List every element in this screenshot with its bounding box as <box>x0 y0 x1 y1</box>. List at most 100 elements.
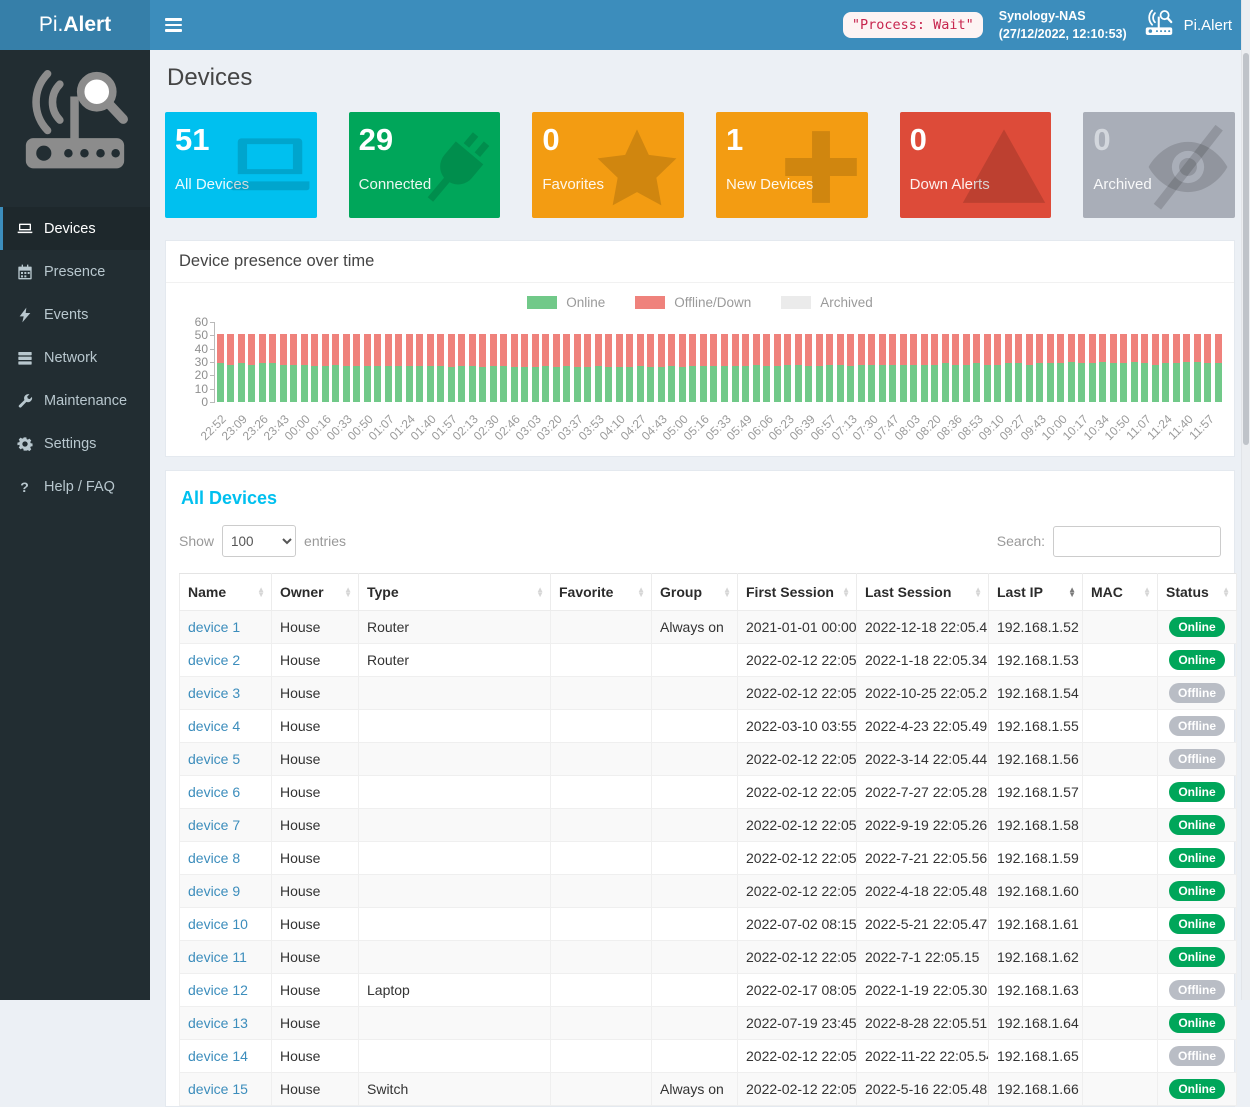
sort-icon[interactable]: ▲▼ <box>536 587 544 597</box>
bar-offline-segment <box>280 334 287 365</box>
presence-chart-panel: Device presence over time OnlineOffline/… <box>165 240 1235 457</box>
device-name-link[interactable]: device 8 <box>188 850 240 866</box>
y-axis-tick-label: 10 <box>182 383 208 395</box>
device-name-link[interactable]: device 13 <box>188 1015 248 1031</box>
sort-icon[interactable]: ▲▼ <box>1222 587 1230 597</box>
bar-offline-segment <box>490 334 497 366</box>
presence-bar-chart: 6050403020100 <box>214 322 1220 402</box>
bar-offline-segment <box>458 334 465 366</box>
cell-owner: House <box>272 1007 359 1040</box>
router-magnifier-logo-icon <box>16 70 134 174</box>
sidebar-item-maintenance[interactable]: Maintenance <box>0 379 150 422</box>
device-name-link[interactable]: device 3 <box>188 685 240 701</box>
column-header-mac[interactable]: MAC▲▼ <box>1083 574 1158 611</box>
card-connected[interactable]: 29 Connected <box>349 112 501 218</box>
column-header-favorite[interactable]: Favorite▲▼ <box>551 574 652 611</box>
page-length-select[interactable]: 100 <box>222 525 296 557</box>
bar-offline-segment <box>1173 334 1180 363</box>
legend-label: Offline/Down <box>674 295 751 310</box>
bar-online-segment <box>921 365 928 402</box>
bar-online-segment <box>227 365 234 402</box>
device-name-link[interactable]: device 6 <box>188 784 240 800</box>
bar-offline-segment <box>343 334 350 366</box>
bar-online-segment <box>1026 365 1033 402</box>
cell-owner: House <box>272 644 359 677</box>
column-header-owner[interactable]: Owner▲▼ <box>272 574 359 611</box>
bar-online-segment <box>1099 362 1106 402</box>
column-header-last-session[interactable]: Last Session▲▼ <box>857 574 989 611</box>
device-name-link[interactable]: device 12 <box>188 982 248 998</box>
card-all-devices[interactable]: 51 All Devices <box>165 112 317 218</box>
card-archived[interactable]: 0 Archived <box>1083 112 1235 218</box>
cell-last-session: 2022-10-25 22:05.23 <box>857 677 989 710</box>
sidebar-item-help-faq[interactable]: ? Help / FAQ <box>0 465 150 508</box>
bar-online-segment <box>469 366 476 402</box>
device-name-link[interactable]: device 4 <box>188 718 240 734</box>
column-header-group[interactable]: Group▲▼ <box>652 574 738 611</box>
sidebar-item-events[interactable]: Events <box>0 293 150 336</box>
column-header-type[interactable]: Type▲▼ <box>359 574 551 611</box>
cell-owner: House <box>272 710 359 743</box>
show-label: Show <box>179 533 214 549</box>
cell-last-ip: 192.168.1.63 <box>989 974 1083 1007</box>
sort-icon[interactable]: ▲▼ <box>842 587 850 597</box>
app-badge[interactable]: Pi.Alert <box>1143 9 1232 41</box>
sort-icon[interactable]: ▲▼ <box>344 587 352 597</box>
card-down-alerts[interactable]: 0 Down Alerts <box>900 112 1052 218</box>
bar-offline-segment <box>1026 334 1033 365</box>
legend-swatch <box>635 296 665 309</box>
vertical-scrollbar[interactable] <box>1241 0 1250 1000</box>
device-name-link[interactable]: device 1 <box>188 619 240 635</box>
device-name-link[interactable]: device 14 <box>188 1048 248 1064</box>
search-input[interactable] <box>1053 526 1221 557</box>
column-header-status[interactable]: Status▲▼ <box>1158 574 1237 611</box>
calendar-icon <box>16 263 33 280</box>
sort-icon[interactable]: ▲▼ <box>1143 587 1151 597</box>
bar-offline-segment <box>900 334 907 365</box>
device-name-link[interactable]: device 5 <box>188 751 240 767</box>
bar-offline-segment <box>353 334 360 366</box>
sidebar-toggle-button[interactable] <box>150 0 196 50</box>
bar-offline-segment <box>605 334 612 367</box>
cell-favorite <box>551 743 652 776</box>
sort-icon[interactable]: ▲▼ <box>1068 587 1076 597</box>
sidebar-item-devices[interactable]: Devices <box>0 207 150 250</box>
sort-icon[interactable]: ▲▼ <box>637 587 645 597</box>
y-axis-tick-label: 50 <box>182 329 208 341</box>
sort-icon[interactable]: ▲▼ <box>974 587 982 597</box>
cell-last-session: 2022-5-16 22:05.48 <box>857 1073 989 1106</box>
sort-icon[interactable]: ▲▼ <box>723 587 731 597</box>
bar-offline-segment <box>826 334 833 365</box>
column-header-name[interactable]: Name▲▼ <box>180 574 272 611</box>
cell-last-session: 2022-11-22 22:05.54 <box>857 1040 989 1073</box>
scrollbar-thumb[interactable] <box>1243 53 1249 445</box>
card-new-devices[interactable]: 1 New Devices <box>716 112 868 218</box>
device-name-link[interactable]: device 9 <box>188 883 240 899</box>
column-header-last-ip[interactable]: Last IP▲▼ <box>989 574 1083 611</box>
device-name-link[interactable]: device 10 <box>188 916 248 932</box>
bar-online-segment <box>1068 362 1075 402</box>
column-header-first-session[interactable]: First Session▲▼ <box>738 574 857 611</box>
cell-favorite <box>551 710 652 743</box>
status-badge: Online <box>1169 815 1224 835</box>
brand-logo[interactable]: Pi.Alert <box>0 0 150 50</box>
sidebar-item-presence[interactable]: Presence <box>0 250 150 293</box>
device-name-link[interactable]: device 15 <box>188 1081 248 1097</box>
device-name-link[interactable]: device 11 <box>188 949 247 965</box>
cell-last-ip: 192.168.1.59 <box>989 842 1083 875</box>
bar-offline-segment <box>753 334 760 365</box>
sort-icon[interactable]: ▲▼ <box>257 587 265 597</box>
sidebar-item-settings[interactable]: Settings <box>0 422 150 465</box>
bolt-icon <box>16 306 33 323</box>
bar-online-segment <box>952 365 959 402</box>
card-favorites[interactable]: 0 Favorites <box>532 112 684 218</box>
bar-online-segment <box>847 366 854 402</box>
cell-last-session: 2022-1-18 22:05.34 <box>857 644 989 677</box>
sidebar-item-label: Settings <box>44 436 96 452</box>
y-axis-tick-label: 20 <box>182 369 208 381</box>
cell-name: device 5 <box>180 743 272 776</box>
device-name-link[interactable]: device 7 <box>188 817 240 833</box>
sidebar-item-network[interactable]: Network <box>0 336 150 379</box>
bar-offline-segment <box>858 334 865 365</box>
device-name-link[interactable]: device 2 <box>188 652 240 668</box>
